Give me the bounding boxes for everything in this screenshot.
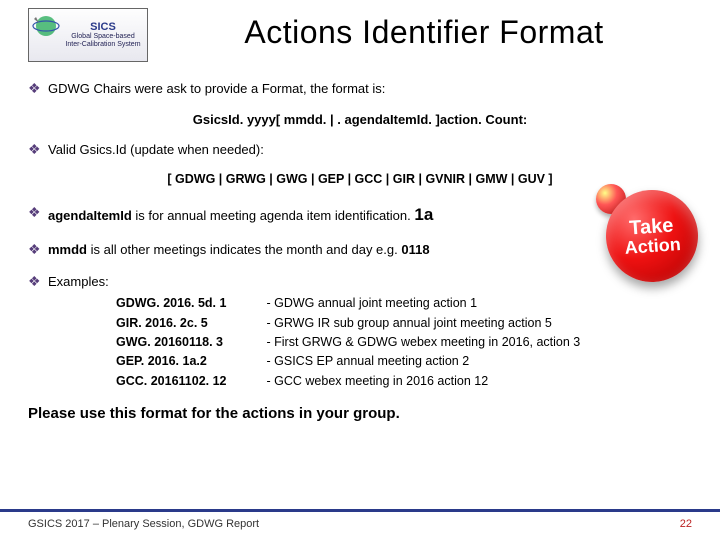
page-number: 22 (680, 518, 692, 530)
example-desc: - First GRWG & GDWG webex meeting in 201… (267, 333, 581, 352)
bullet-icon: ❖ (28, 204, 48, 221)
logo-sub1: Global Space-based (71, 33, 134, 40)
bullet-icon: ❖ (28, 241, 48, 258)
format-line: GsicsId. yyyy[ mmdd. | . agendaItemId. ]… (28, 112, 692, 127)
mmdd-label: mmdd (48, 242, 87, 257)
bullet-icon: ❖ (28, 141, 48, 158)
bullet-4: mmdd is all other meetings indicates the… (48, 241, 692, 259)
closing-instruction: Please use this format for the actions i… (28, 405, 692, 422)
mmdd-example: 0118 (401, 242, 429, 257)
bullet-icon: ❖ (28, 273, 48, 290)
example-desc: - GSICS EP annual meeting action 2 (267, 352, 581, 371)
agenda-item-id-label: agendaItemId (48, 208, 132, 223)
examples-desc-col: - GDWG annual joint meeting action 1 - G… (267, 294, 581, 391)
examples-block: GDWG. 2016. 5d. 1 GIR. 2016. 2c. 5 GWG. … (116, 294, 692, 391)
example-id: GCC. 20161102. 12 (116, 372, 227, 391)
take-action-line2: Action (624, 235, 681, 257)
slide-title: Actions Identifier Format (156, 8, 692, 51)
valid-ids-line: [ GDWG | GRWG | GWG | GEP | GCC | GIR | … (28, 172, 692, 186)
example-id: GIR. 2016. 2c. 5 (116, 314, 227, 333)
bullet-icon: ❖ (28, 80, 48, 97)
bullet-5: Examples: (48, 273, 692, 291)
gsics-logo: SICS Global Space-based Inter-Calibratio… (28, 8, 148, 62)
example-id: GDWG. 2016. 5d. 1 (116, 294, 227, 313)
agenda-example-1a: 1a (414, 205, 433, 224)
example-id: GEP. 2016. 1a.2 (116, 352, 227, 371)
bullet-3: agendaItemId is for annual meeting agend… (48, 204, 692, 227)
example-id: GWG. 20160118. 3 (116, 333, 227, 352)
example-desc: - GCC webex meeting in 2016 action 12 (267, 372, 581, 391)
bullet-3-text: is for annual meeting agenda item identi… (132, 208, 415, 223)
example-desc: - GDWG annual joint meeting action 1 (267, 294, 581, 313)
take-action-graphic: Take Action (606, 190, 702, 286)
bullet-1: GDWG Chairs were ask to provide a Format… (48, 80, 692, 98)
logo-sub2: Inter-Calibration System (65, 41, 140, 48)
bullet-4-text: is all other meetings indicates the mont… (87, 242, 401, 257)
examples-ids-col: GDWG. 2016. 5d. 1 GIR. 2016. 2c. 5 GWG. … (116, 294, 227, 391)
example-desc: - GRWG IR sub group annual joint meeting… (267, 314, 581, 333)
bullet-2: Valid Gsics.Id (update when needed): (48, 141, 692, 159)
logo-title: SICS (65, 21, 140, 33)
footer-text: GSICS 2017 – Plenary Session, GDWG Repor… (28, 518, 259, 530)
